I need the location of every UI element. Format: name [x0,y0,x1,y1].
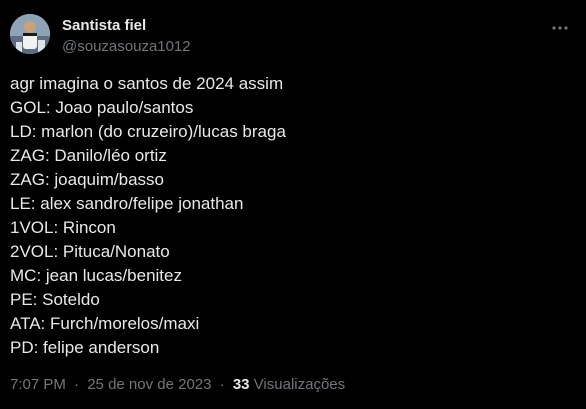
avatar-photo-icon [10,14,50,54]
more-horizontal-icon [552,26,568,30]
views-count: 33 [232,376,250,393]
tweet-header: Santista fiel @souzasouza1012 [10,14,576,58]
tweet-line: agr imagina o santos de 2024 assim [10,74,284,93]
user-meta: Santista fiel @souzasouza1012 [62,16,191,56]
tweet-line: 1VOL: Rincon [10,218,116,237]
tweet-text: agr imagina o santos de 2024 assim GOL: … [10,72,576,360]
tweet-line: PD: felipe anderson [10,338,160,357]
tweet-line: LE: alex sandro/felipe jonathan [10,194,244,213]
tweet-line: GOL: Joao paulo/santos [10,98,194,117]
tweet-date[interactable]: 25 de nov de 2023 [87,376,211,393]
tweet: Santista fiel @souzasouza1012 agr imagin… [0,0,586,409]
tweet-line: ZAG: Danilo/léo ortiz [10,146,167,165]
more-options-button[interactable] [548,16,572,40]
tweet-line: PE: Soteldo [10,290,100,309]
display-name[interactable]: Santista fiel [62,16,191,35]
tweet-meta: 7:07 PM · 25 de nov de 2023 · 33 Visuali… [10,375,345,394]
meta-separator: · [219,376,225,393]
tweet-line: MC: jean lucas/benitez [10,266,182,285]
tweet-line: ZAG: joaquim/basso [10,170,165,189]
tweet-line: LD: marlon (do cruzeiro)/lucas braga [10,122,286,141]
tweet-line: ATA: Furch/morelos/maxi [10,314,200,333]
tweet-line: 2VOL: Pituca/Nonato [10,242,170,261]
avatar[interactable] [10,14,50,54]
user-handle[interactable]: @souzasouza1012 [62,37,191,56]
meta-separator: · [74,376,80,393]
views-label: Visualizações [253,376,346,393]
tweet-time[interactable]: 7:07 PM [10,376,66,393]
